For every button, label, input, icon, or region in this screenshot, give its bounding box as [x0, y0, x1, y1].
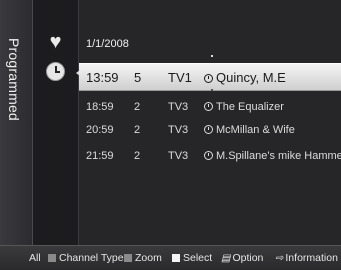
sidebar-title: Programmed: [6, 38, 22, 121]
schedule-row[interactable]: 20:59 2 TV3 McMillan & Wife: [79, 119, 341, 141]
row-time: 20:59: [86, 124, 114, 136]
row-program: Quincy, M.E: [204, 70, 286, 85]
scroll-down-indicator: [211, 89, 213, 91]
hint-all[interactable]: All: [29, 252, 41, 264]
schedule-row[interactable]: 13:59 5 TV1 Quincy, M.E: [79, 63, 341, 91]
row-program-title: The Equalizer: [216, 101, 284, 113]
heart-icon[interactable]: ♥: [33, 32, 78, 52]
info-icon: ⇨: [275, 253, 284, 264]
row-program-title: M.Spillane's mike Hammer: [216, 150, 341, 162]
hint-option[interactable]: ▤ Option: [221, 252, 263, 264]
tools-icon: ▤: [221, 253, 231, 264]
gray-button-icon: [124, 254, 132, 262]
hint-channel-type[interactable]: Channel Type: [48, 252, 124, 264]
help-bar: All Channel Type Zoom Select ▤ Option ⇨ In…: [0, 245, 341, 270]
row-channel-name: TV1: [168, 70, 192, 85]
schedule-list: 1/1/2008 13:59 5 TV1 Quincy, M.E 18:59 2…: [79, 0, 341, 245]
row-time: 18:59: [86, 101, 114, 113]
row-time: 21:59: [86, 150, 114, 162]
row-program: The Equalizer: [204, 101, 284, 113]
scroll-up-indicator: [211, 55, 213, 57]
timer-icon: [204, 74, 213, 83]
gray-button-icon: [48, 254, 56, 262]
icon-column: ♥: [33, 0, 79, 245]
row-program: M.Spillane's mike Hammer: [204, 150, 341, 162]
row-channel-number: 2: [134, 124, 141, 136]
row-time: 13:59: [86, 70, 119, 85]
row-program-title: McMillan & Wife: [216, 124, 295, 136]
row-program: McMillan & Wife: [204, 124, 295, 136]
hint-select[interactable]: Select: [172, 252, 212, 264]
timer-icon: [204, 125, 213, 134]
row-channel-name: TV3: [168, 150, 189, 162]
hint-information[interactable]: ⇨ Information: [275, 252, 338, 264]
enter-button-icon: [172, 254, 180, 262]
hint-zoom[interactable]: Zoom: [124, 252, 162, 264]
row-channel-name: TV3: [168, 124, 189, 136]
schedule-row[interactable]: 21:59 2 TV3 M.Spillane's mike Hammer: [79, 145, 341, 167]
row-channel-name: TV3: [168, 101, 189, 113]
row-channel-number: 2: [134, 150, 141, 162]
schedule-row[interactable]: 18:59 2 TV3 The Equalizer: [79, 96, 341, 118]
timer-icon: [204, 151, 213, 160]
row-channel-number: 2: [134, 101, 141, 113]
sidebar: Programmed: [0, 0, 33, 245]
row-program-title: Quincy, M.E: [216, 70, 286, 85]
clock-icon[interactable]: [33, 62, 78, 86]
tv-screen: Programmed ♥ 1/1/2008 13:59 5 TV1 Quincy…: [0, 0, 341, 270]
timer-icon: [204, 102, 213, 111]
row-channel-number: 5: [134, 70, 142, 85]
schedule-date: 1/1/2008: [86, 38, 129, 50]
